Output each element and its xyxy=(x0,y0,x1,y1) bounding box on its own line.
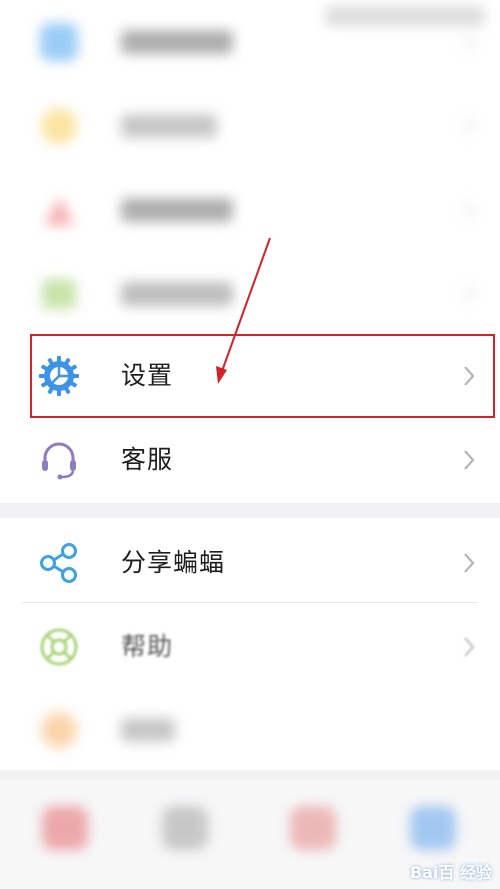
blurred-label xyxy=(121,198,233,222)
chevron-right-icon xyxy=(462,550,476,576)
blurred-label xyxy=(121,718,175,742)
blurred-menu-item[interactable] xyxy=(0,0,500,84)
chevron-right-icon xyxy=(462,29,476,55)
watermark: Bai百 经验 xyxy=(409,863,492,882)
help-icon xyxy=(38,626,80,668)
highlight-box xyxy=(30,334,495,418)
tab-icon[interactable] xyxy=(162,806,208,850)
chevron-right-icon xyxy=(462,447,476,473)
chevron-right-icon xyxy=(462,197,476,223)
chevron-right-icon xyxy=(462,634,476,660)
menu-item-help[interactable]: 帮助 xyxy=(0,605,500,689)
blurred-label xyxy=(121,30,233,54)
menu-item-share[interactable]: 分享蝙蝠 xyxy=(0,521,500,605)
menu-card-top: 设置 客服 xyxy=(0,0,500,503)
blurred-menu-item[interactable] xyxy=(0,252,500,336)
blurred-yellow-icon xyxy=(38,105,80,147)
menu-item-customer-service[interactable]: 客服 xyxy=(0,418,500,502)
tab-icon[interactable] xyxy=(290,806,336,850)
headset-icon xyxy=(38,439,80,481)
blurred-orange-icon xyxy=(38,709,80,751)
help-label: 帮助 xyxy=(121,632,174,661)
share-label: 分享蝙蝠 xyxy=(121,548,226,577)
blurred-label xyxy=(121,114,217,138)
blurred-red-icon xyxy=(38,189,80,231)
blurred-label xyxy=(121,282,233,306)
customer-service-label: 客服 xyxy=(121,445,174,474)
blurred-menu-item[interactable] xyxy=(0,84,500,168)
blurred-menu-item[interactable] xyxy=(0,168,500,252)
chevron-right-icon xyxy=(462,113,476,139)
share-icon xyxy=(38,542,80,584)
divider xyxy=(22,602,478,603)
tab-icon[interactable] xyxy=(410,806,456,850)
blurred-green-icon xyxy=(38,273,80,315)
blurred-menu-item[interactable] xyxy=(0,688,500,772)
blurred-blue-icon xyxy=(38,21,80,63)
chevron-right-icon xyxy=(462,281,476,307)
tab-icon[interactable] xyxy=(42,806,88,850)
